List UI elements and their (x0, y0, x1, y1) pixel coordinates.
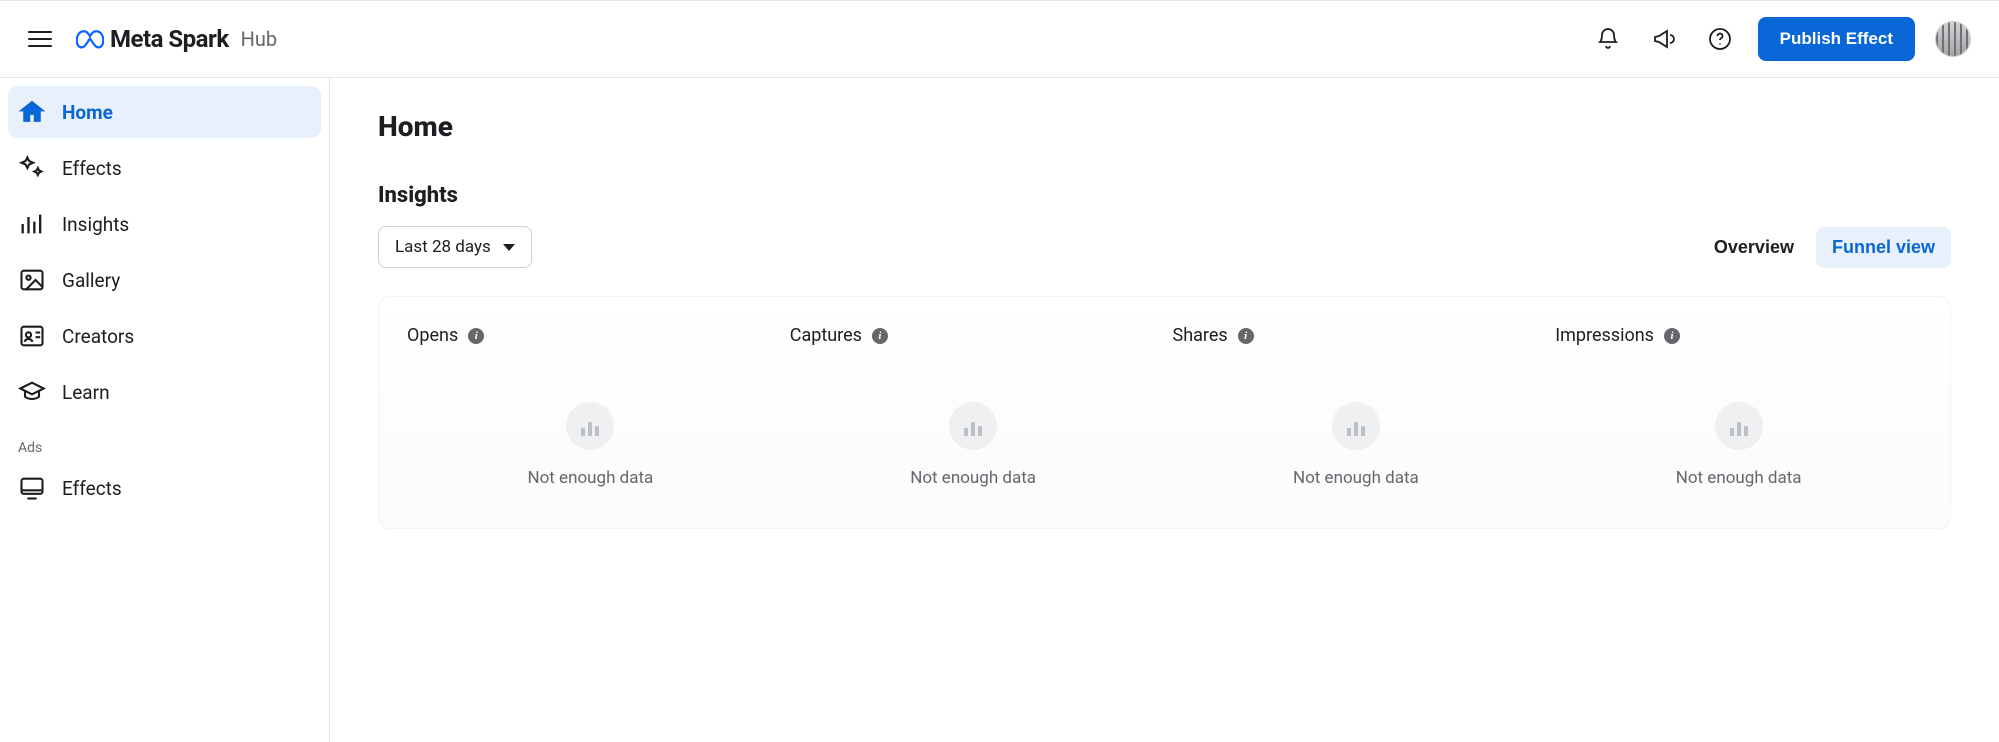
sidebar-item-label: Home (62, 101, 113, 124)
metric-label: Captures (790, 325, 862, 346)
id-badge-icon (18, 322, 46, 350)
metric-empty-state: Not enough data (407, 402, 774, 488)
avatar[interactable] (1935, 21, 1971, 57)
home-icon (18, 98, 46, 126)
brand-logo: Meta Spark (76, 25, 229, 53)
sidebar-item-label: Insights (62, 213, 129, 236)
sidebar-item-effects[interactable]: Effects (8, 142, 321, 194)
meta-infinity-icon (76, 28, 104, 50)
body: Home Effects Insights (0, 78, 1999, 742)
topbar-left: Meta Spark Hub (28, 25, 277, 53)
monitor-icon (18, 474, 46, 502)
topbar-right: Publish Effect (1590, 17, 1971, 61)
brand-sub: Hub (241, 27, 278, 51)
sidebar-item-label: Effects (62, 157, 122, 180)
metrics-card: Opens i Not enough data Captures i (378, 296, 1951, 529)
insights-title: Insights (378, 183, 1951, 208)
view-funnel-button[interactable]: Funnel view (1816, 227, 1951, 268)
view-toggle: Overview Funnel view (1698, 227, 1951, 268)
metric-header: Opens i (407, 325, 774, 346)
metric-label: Shares (1173, 325, 1228, 346)
sidebar-item-creators[interactable]: Creators (8, 310, 321, 362)
bar-chart-placeholder-icon (949, 402, 997, 450)
metric-shares: Shares i Not enough data (1173, 325, 1540, 488)
info-icon[interactable]: i (1238, 328, 1254, 344)
brand-name: Meta Spark (110, 25, 229, 53)
sidebar: Home Effects Insights (0, 78, 330, 742)
metric-header: Impressions i (1555, 325, 1922, 346)
view-overview-button[interactable]: Overview (1698, 227, 1810, 268)
brand[interactable]: Meta Spark Hub (76, 25, 277, 53)
metric-empty-state: Not enough data (790, 402, 1157, 488)
bar-chart-placeholder-icon (1332, 402, 1380, 450)
empty-text: Not enough data (910, 468, 1036, 488)
sidebar-section-ads: Ads (8, 422, 321, 462)
metric-captures: Captures i Not enough data (790, 325, 1157, 488)
topbar: Meta Spark Hub (0, 0, 1999, 78)
menu-icon[interactable] (28, 27, 52, 51)
insights-controls: Last 28 days Overview Funnel view (378, 226, 1951, 268)
page-title: Home (378, 110, 1951, 143)
bar-chart-placeholder-icon (566, 402, 614, 450)
date-range-label: Last 28 days (395, 237, 491, 257)
metric-label: Opens (407, 325, 458, 346)
metric-header: Captures i (790, 325, 1157, 346)
info-icon[interactable]: i (468, 328, 484, 344)
metric-impressions: Impressions i Not enough data (1555, 325, 1922, 488)
graduation-cap-icon (18, 378, 46, 406)
sidebar-item-label: Effects (62, 477, 122, 500)
sidebar-item-insights[interactable]: Insights (8, 198, 321, 250)
bar-chart-placeholder-icon (1715, 402, 1763, 450)
sidebar-item-gallery[interactable]: Gallery (8, 254, 321, 306)
empty-text: Not enough data (1676, 468, 1802, 488)
sparkle-icon (18, 154, 46, 182)
metric-opens: Opens i Not enough data (407, 325, 774, 488)
sidebar-item-label: Gallery (62, 269, 120, 292)
sidebar-item-label: Learn (62, 381, 110, 404)
help-icon[interactable] (1702, 21, 1738, 57)
sidebar-item-home[interactable]: Home (8, 86, 321, 138)
empty-text: Not enough data (1293, 468, 1419, 488)
empty-text: Not enough data (527, 468, 653, 488)
image-icon (18, 266, 46, 294)
sidebar-item-ads-effects[interactable]: Effects (8, 462, 321, 514)
date-range-dropdown[interactable]: Last 28 days (378, 226, 532, 268)
publish-effect-button[interactable]: Publish Effect (1758, 17, 1915, 61)
metric-empty-state: Not enough data (1555, 402, 1922, 488)
announcements-icon[interactable] (1646, 21, 1682, 57)
main: Home Insights Last 28 days Overview Funn… (330, 78, 1999, 742)
sidebar-item-label: Creators (62, 325, 134, 348)
info-icon[interactable]: i (872, 328, 888, 344)
info-icon[interactable]: i (1664, 328, 1680, 344)
bar-chart-icon (18, 210, 46, 238)
sidebar-item-learn[interactable]: Learn (8, 366, 321, 418)
notifications-icon[interactable] (1590, 21, 1626, 57)
metric-header: Shares i (1173, 325, 1540, 346)
metric-empty-state: Not enough data (1173, 402, 1540, 488)
chevron-down-icon (503, 244, 515, 251)
metric-label: Impressions (1555, 325, 1654, 346)
